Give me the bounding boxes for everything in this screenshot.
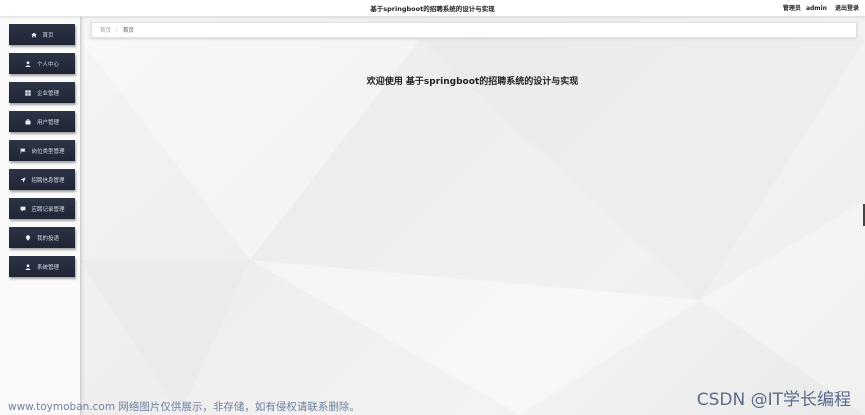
sidebar: 首页 个人中心 企业管理 用户管理 岗位类型管理 招聘信息管理 应聘记录管理 我… [0, 17, 81, 415]
sidebar-item-label: 应聘记录管理 [31, 206, 65, 213]
sidebar-item-label: 企业管理 [36, 90, 59, 97]
sidebar-item-label: 个人中心 [36, 61, 59, 68]
top-bar: 基于springboot的招聘系统的设计与实现 管理员 admin 退出登录 [0, 0, 865, 17]
home-icon [30, 31, 37, 38]
sidebar-item-applications[interactable]: 应聘记录管理 [9, 198, 75, 219]
sidebar-item-label: 系统管理 [36, 264, 59, 271]
grid-icon [25, 89, 32, 96]
sidebar-item-label: 用户管理 [36, 119, 59, 126]
breadcrumb-root[interactable]: 首页 [100, 26, 111, 34]
chat-icon [19, 205, 26, 212]
sidebar-item-job-types[interactable]: 岗位类型管理 [9, 140, 75, 161]
briefcase-icon [25, 118, 32, 125]
sidebar-item-label: 岗位类型管理 [31, 148, 65, 155]
breadcrumb: 首页 / 首页 [91, 22, 857, 38]
flag-icon [19, 147, 26, 154]
sidebar-item-label: 首页 [42, 32, 54, 39]
sidebar-item-users[interactable]: 用户管理 [9, 111, 75, 132]
sidebar-item-profile[interactable]: 个人中心 [9, 53, 75, 74]
sidebar-item-label: 招聘信息管理 [31, 177, 65, 184]
watermark-text-right: CSDN @IT学长编程 [696, 390, 851, 410]
breadcrumb-current: 首页 [122, 28, 134, 34]
logout-button[interactable]: 退出登录 [835, 5, 859, 12]
user-icon [25, 263, 32, 270]
sidebar-item-home[interactable]: 首页 [9, 24, 75, 45]
sidebar-item-label: 我的投递 [36, 235, 59, 242]
background-pattern [80, 40, 865, 415]
breadcrumb-separator: / [116, 27, 118, 33]
location-pin-icon [25, 234, 32, 241]
sidebar-item-my-submissions[interactable]: 我的投递 [9, 227, 75, 248]
sidebar-item-system[interactable]: 系统管理 [9, 256, 75, 277]
send-icon [19, 176, 26, 183]
sidebar-item-company[interactable]: 企业管理 [9, 82, 75, 103]
username: admin [805, 5, 827, 12]
app-title: 基于springboot的招聘系统的设计与实现 [370, 5, 495, 13]
user-icon [25, 60, 32, 67]
welcome-heading: 欢迎使用 基于springboot的招聘系统的设计与实现 [366, 77, 579, 87]
watermark-text-left: www.toymoban.com 网络图片仅供展示，非存储，如有侵权请联系删除。 [8, 401, 360, 413]
sidebar-item-recruitment[interactable]: 招聘信息管理 [9, 169, 75, 190]
user-role: 管理员 [782, 5, 801, 12]
user-area: 管理员 admin 退出登录 [783, 3, 859, 12]
